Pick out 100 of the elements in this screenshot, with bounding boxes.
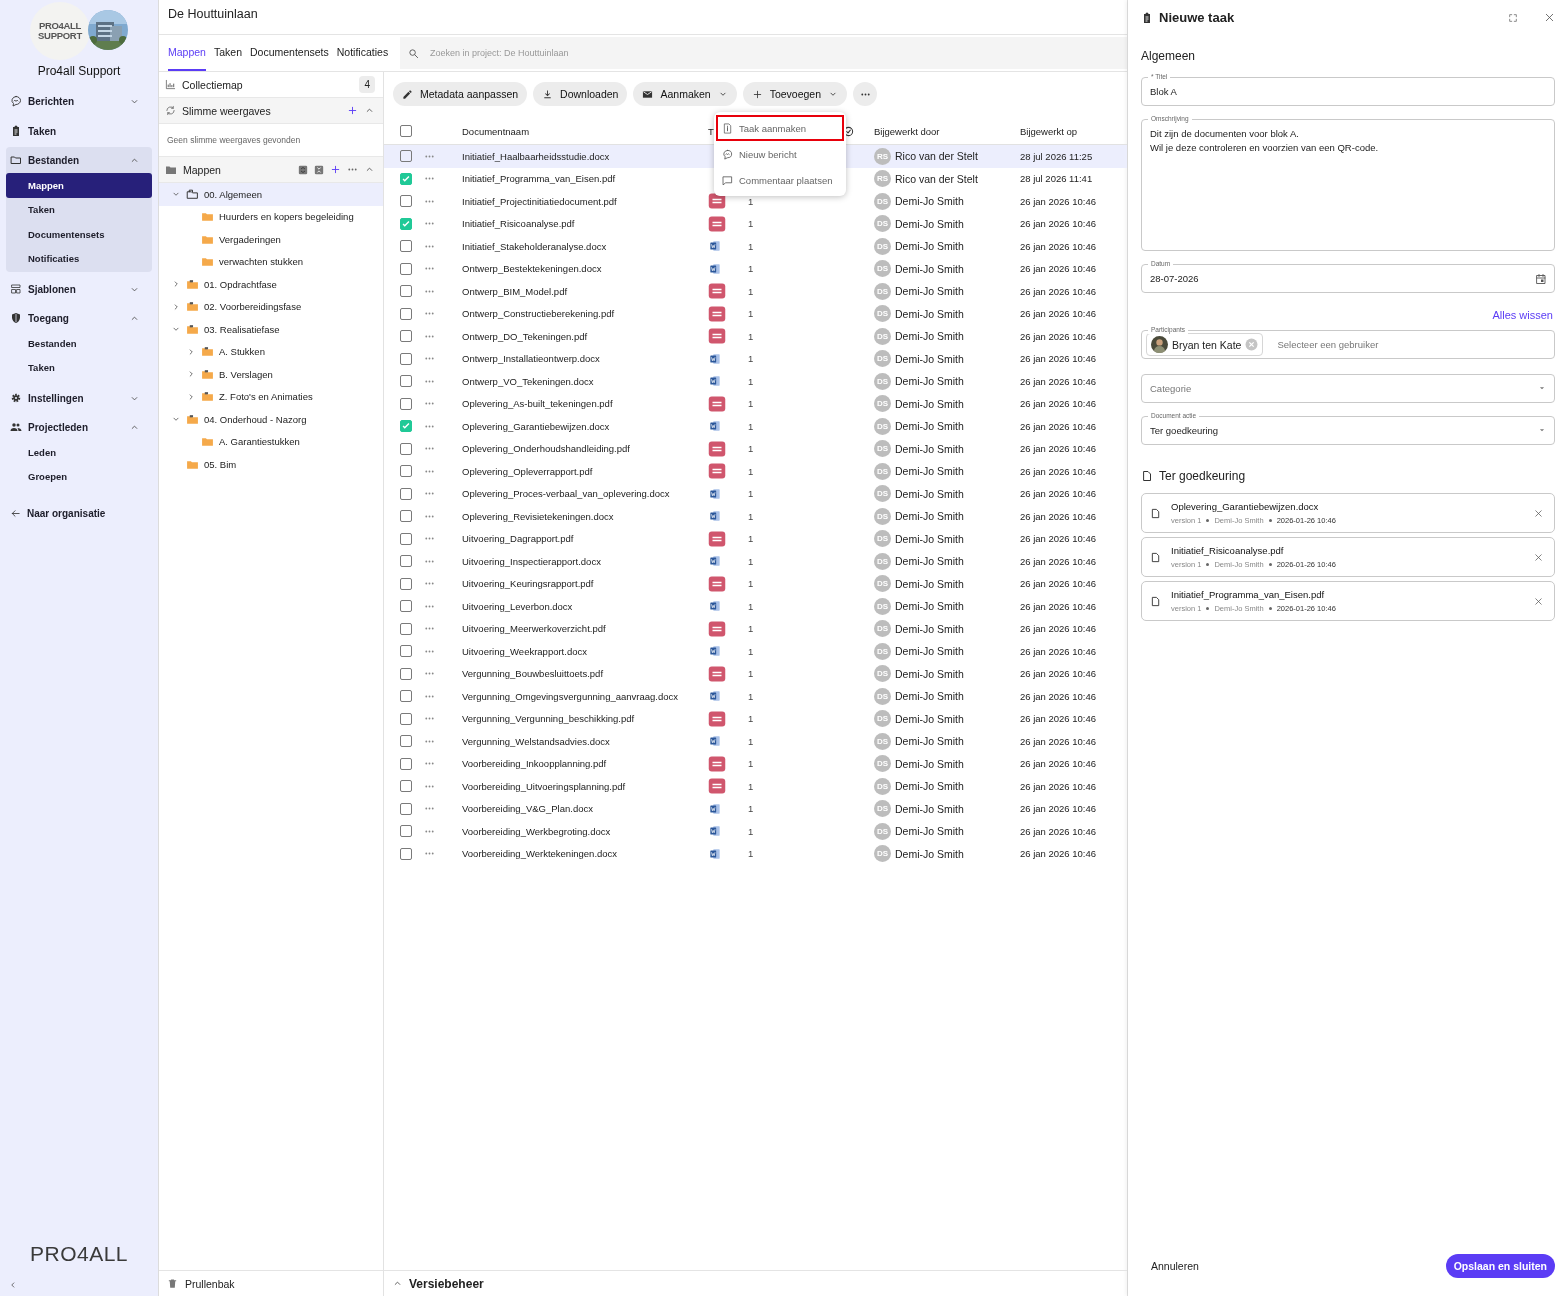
checkbox[interactable] xyxy=(400,712,412,725)
column-header[interactable]: Bijgewerkt op xyxy=(1020,125,1078,137)
table-cell: Voorbereiding_Uitvoeringsplanning.pdf xyxy=(462,780,626,792)
checkbox[interactable] xyxy=(400,442,412,455)
nav-item[interactable]: Bestanden xyxy=(6,147,152,173)
checkbox[interactable] xyxy=(400,577,412,590)
menu-item[interactable]: Taak aanmaken xyxy=(716,115,844,141)
checkbox[interactable] xyxy=(400,735,412,748)
user-search-input[interactable]: Selecteer een gebruiker xyxy=(1277,334,1546,355)
column-header[interactable]: T xyxy=(708,125,714,137)
close-icon[interactable] xyxy=(1533,551,1544,563)
collapse-all-icon[interactable] xyxy=(298,164,308,175)
category-select[interactable]: Categorie xyxy=(1141,374,1555,403)
more-button[interactable] xyxy=(853,82,878,106)
folder-item[interactable]: Vergaderingen xyxy=(159,228,383,251)
checkbox[interactable] xyxy=(400,150,412,163)
checkbox[interactable] xyxy=(400,645,412,658)
close-icon[interactable] xyxy=(1544,12,1555,23)
toolbar-button[interactable]: Downloaden xyxy=(533,82,628,106)
save-button[interactable]: Opslaan en sluiten xyxy=(1445,1254,1555,1278)
back-link[interactable]: Naar organisatie xyxy=(27,507,106,519)
nav-subitem[interactable]: Bestanden xyxy=(6,331,152,356)
checkbox[interactable] xyxy=(400,172,412,185)
folder-item[interactable]: 03. Realisatiefase xyxy=(159,318,383,341)
checkbox[interactable] xyxy=(400,217,412,230)
toolbar-button[interactable]: Metadata aanpassen xyxy=(393,82,528,106)
folder-item[interactable]: 05. Bim xyxy=(159,453,383,476)
checkbox[interactable] xyxy=(400,307,412,320)
remove-icon[interactable] xyxy=(1245,338,1259,351)
tab[interactable]: Taken xyxy=(213,35,242,71)
tab[interactable]: Mappen xyxy=(168,35,206,71)
column-header[interactable]: Bijgewerkt door xyxy=(874,125,940,137)
expand-all-icon[interactable] xyxy=(314,164,324,175)
close-icon[interactable] xyxy=(1533,507,1544,519)
checkbox[interactable] xyxy=(400,240,412,253)
calendar-icon[interactable] xyxy=(1535,273,1547,285)
nav-subitem[interactable]: Mappen xyxy=(6,173,152,198)
plus-icon[interactable] xyxy=(330,164,341,175)
nav-subitem[interactable]: Groepen xyxy=(6,464,152,489)
checkbox[interactable] xyxy=(400,847,412,860)
nav-item[interactable]: Instellingen xyxy=(0,383,158,413)
checkbox[interactable] xyxy=(400,352,412,365)
column-header[interactable]: Documentnaam xyxy=(462,125,530,137)
toolbar-button[interactable]: Toevoegen xyxy=(742,82,848,106)
checkbox[interactable] xyxy=(400,195,412,208)
folder-item[interactable]: Huurders en kopers begeleiding xyxy=(159,205,383,228)
folder-item[interactable]: verwachten stukken xyxy=(159,250,383,273)
folder-item[interactable]: 04. Onderhoud - Nazorg xyxy=(159,408,383,431)
folders-header[interactable]: Mappen xyxy=(159,157,383,183)
plus-icon[interactable] xyxy=(347,105,358,116)
folder-item[interactable]: B. Verslagen xyxy=(159,363,383,386)
checkbox[interactable] xyxy=(400,555,412,568)
tab[interactable]: Documentensets xyxy=(250,35,329,71)
checkbox[interactable] xyxy=(400,510,412,523)
fullscreen-icon[interactable] xyxy=(1508,12,1518,23)
tab[interactable]: Notificaties xyxy=(336,35,389,71)
cancel-button[interactable]: Annuleren xyxy=(1145,1259,1205,1273)
checkbox[interactable] xyxy=(400,532,412,545)
close-icon[interactable] xyxy=(1533,595,1544,607)
checkbox[interactable] xyxy=(400,465,412,478)
checkbox[interactable] xyxy=(400,397,412,410)
search-field[interactable]: Zoeken in project: De Houttuinlaan xyxy=(400,37,1127,69)
checkbox[interactable] xyxy=(400,487,412,500)
folder-item[interactable]: Z. Foto's en Animaties xyxy=(159,385,383,408)
nav-subitem[interactable]: Taken xyxy=(6,197,152,222)
folder-item[interactable]: 02. Voorbereidingsfase xyxy=(159,295,383,318)
version-panel-header[interactable]: Versiebeheer xyxy=(384,1270,1127,1296)
checkbox[interactable] xyxy=(400,285,412,298)
nav-subitem[interactable]: Documentensets xyxy=(6,222,152,247)
nav-item[interactable]: Sjablonen xyxy=(0,274,158,304)
checkbox[interactable] xyxy=(400,825,412,838)
nav-item[interactable]: Taken xyxy=(0,116,158,146)
folder-item[interactable]: A. Garantiestukken xyxy=(159,430,383,453)
checkbox[interactable] xyxy=(400,667,412,680)
nav-subitem[interactable]: Taken xyxy=(6,355,152,380)
search-input[interactable]: Zoeken in project: De Houttuinlaan xyxy=(428,47,1127,59)
nav-item[interactable]: Berichten xyxy=(0,86,158,116)
checkbox[interactable] xyxy=(400,690,412,703)
select-all-checkbox[interactable] xyxy=(400,125,412,137)
checkbox[interactable] xyxy=(400,330,412,343)
folder-item[interactable]: 00. Algemeen xyxy=(159,183,383,206)
checkbox[interactable] xyxy=(400,420,412,433)
checkbox[interactable] xyxy=(400,757,412,770)
folder-item[interactable]: A. Stukken xyxy=(159,340,383,363)
nav-item[interactable]: Projectleden xyxy=(6,414,152,440)
user-chip[interactable]: Bryan ten Kate xyxy=(1146,333,1264,356)
toolbar-button[interactable]: Aanmaken xyxy=(633,82,737,106)
checkbox[interactable] xyxy=(400,600,412,613)
folder-item[interactable]: 01. Opdrachtfase xyxy=(159,273,383,296)
trash-link[interactable]: Prullenbak xyxy=(185,1277,235,1290)
checkbox[interactable] xyxy=(400,375,412,388)
checkbox[interactable] xyxy=(400,262,412,275)
nav-item[interactable]: Toegang xyxy=(6,305,152,331)
checkbox[interactable] xyxy=(400,622,412,635)
checkbox[interactable] xyxy=(400,802,412,815)
smart-views-header[interactable]: Slimme weergaves xyxy=(159,98,383,124)
checkbox[interactable] xyxy=(400,780,412,793)
nav-subitem[interactable]: Notificaties xyxy=(6,246,152,271)
nav-subitem[interactable]: Leden xyxy=(6,440,152,465)
clear-all-link[interactable]: Alles wissen xyxy=(1492,309,1553,321)
